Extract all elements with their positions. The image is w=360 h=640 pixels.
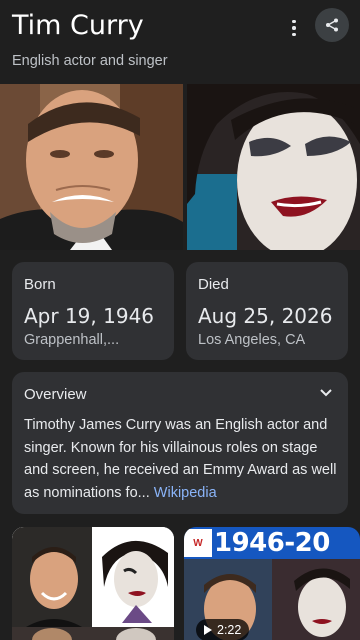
born-date: Apr 19, 1946 [24,304,155,328]
born-card[interactable]: Born Apr 19, 1946 Grappenhall,... [12,262,174,360]
born-label: Born [24,276,56,293]
share-button[interactable] [315,8,349,42]
video-title-banner: W 1946-20 [184,527,360,559]
channel-logo: W [184,529,212,557]
overview-ellipsis: ... [137,484,154,501]
entity-description: English actor and singer [12,53,168,69]
died-date: Aug 25, 2026 [198,304,333,328]
overview-card[interactable]: Overview Timothy James Curry was an Engl… [12,372,348,514]
character-photo[interactable] [187,84,360,250]
overview-text: Timothy James Curry was an English actor… [24,414,342,504]
share-icon [326,18,338,32]
chevron-down-icon[interactable] [318,384,334,400]
video-duration: 2:22 [217,623,242,637]
died-place: Los Angeles, CA [198,332,306,348]
image-strip [0,84,360,250]
portrait-photo[interactable] [0,84,183,250]
image-collage-tile[interactable] [12,527,174,640]
died-card[interactable]: Died Aug 25, 2026 Los Angeles, CA [186,262,348,360]
more-vert-icon [292,19,296,24]
video-banner-text: 1946-20 [214,528,330,558]
died-label: Died [198,276,229,293]
born-place: Grappenhall,... [24,332,120,348]
page-title: Tim Curry [12,10,144,41]
more-options-button[interactable] [284,16,304,40]
knowledge-panel-header: Tim Curry English actor and singer [0,0,360,84]
video-duration-badge: 2:22 [196,619,250,640]
overview-title: Overview [24,386,87,403]
video-result-tile[interactable]: W 1946-20 2:22 [184,527,360,640]
play-icon [204,625,212,635]
wikipedia-link[interactable]: Wikipedia [154,485,217,501]
